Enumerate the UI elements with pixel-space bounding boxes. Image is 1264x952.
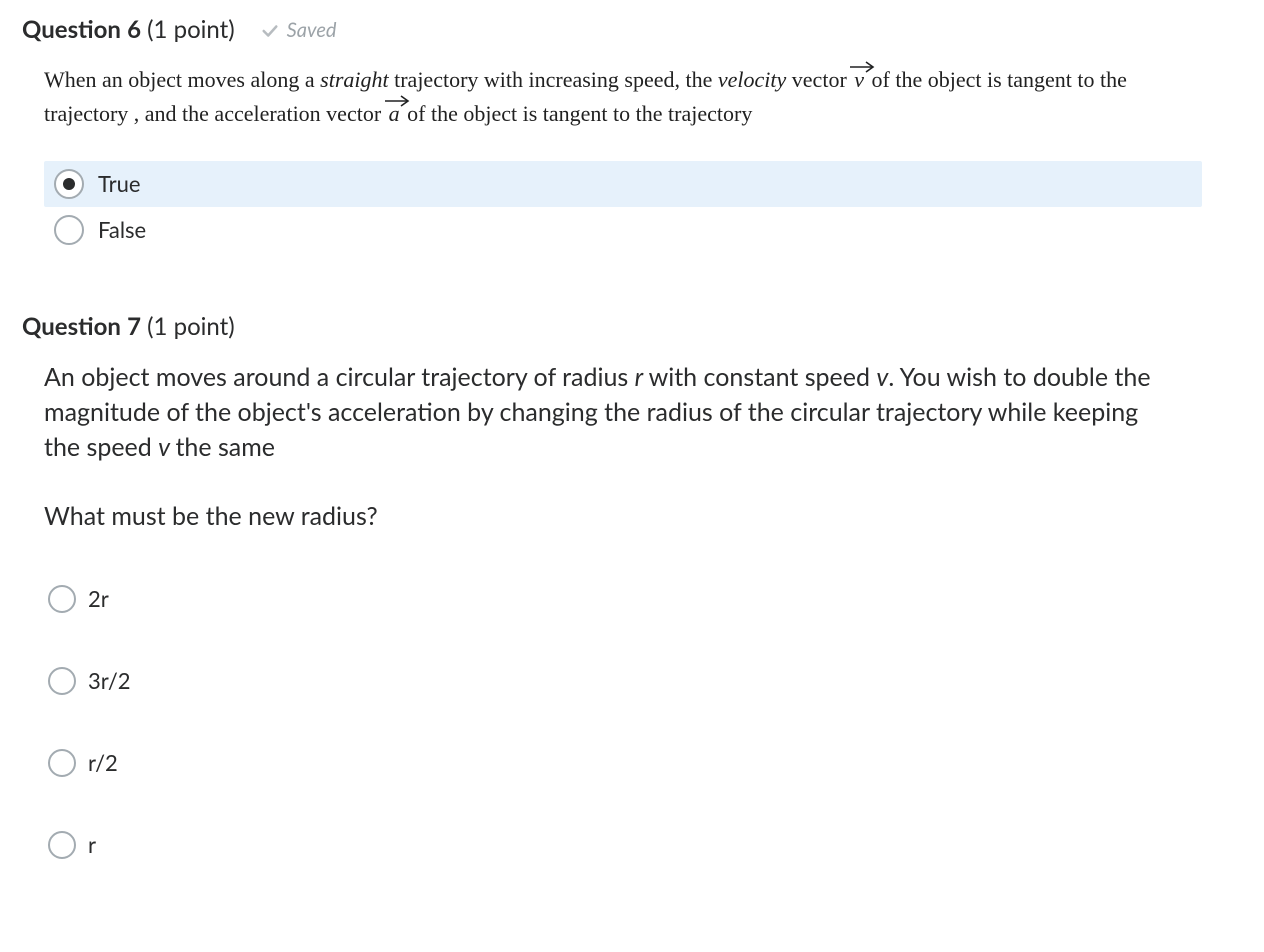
q6-text-5: of the object is tangent to the trajecto… <box>402 101 753 126</box>
vector-a: a <box>387 97 402 131</box>
q7-option-3[interactable]: r <box>44 825 1242 865</box>
q6-text-2: trajectory with increasing speed, the <box>389 67 718 92</box>
q7-option-1[interactable]: 3r/2 <box>44 661 1242 701</box>
q7-qword: Question <box>22 312 121 341</box>
q6-velocity: velocity <box>718 67 786 92</box>
q6-option-false-label: False <box>98 216 146 243</box>
vector-arrow-icon <box>848 49 870 63</box>
q6-points: (1 point) <box>147 15 235 44</box>
q6-options: True False <box>44 161 1202 253</box>
radio-icon <box>48 831 76 859</box>
q6-header: Question 6 (1 point) Saved <box>22 16 1242 45</box>
q7-option-0-label: 2r <box>88 585 109 612</box>
saved-label: Saved <box>287 18 337 42</box>
q7-option-0[interactable]: 2r <box>44 579 1242 619</box>
check-icon <box>261 21 279 39</box>
q6-body: When an object moves along a straight tr… <box>44 63 1184 131</box>
q7-t4: the same <box>175 432 275 462</box>
q7-points: (1 point) <box>147 312 235 341</box>
q7-option-2[interactable]: r/2 <box>44 743 1242 783</box>
page: Question 6 (1 point) Saved When an objec… <box>0 0 1264 881</box>
q7-body: An object moves around a circular trajec… <box>44 360 1164 465</box>
q7-option-3-label: r <box>88 831 96 858</box>
q7-t2: with constant speed <box>649 362 877 392</box>
q7-r1: r <box>635 362 649 392</box>
q7-header: Question 7 (1 point) <box>22 313 1242 342</box>
q7-options: 2r 3r/2 r/2 r <box>44 579 1242 865</box>
q7-t1: An object moves around a circular trajec… <box>44 362 635 392</box>
q7-subquestion: What must be the new radius? <box>44 501 1242 531</box>
q7-option-2-label: r/2 <box>88 749 118 776</box>
q6-text-1: When an object moves along a <box>44 67 320 92</box>
vector-v: v <box>852 63 866 97</box>
q7-option-1-label: 3r/2 <box>88 667 131 694</box>
q6-option-true-label: True <box>98 170 140 197</box>
q7-v1: v <box>876 362 888 392</box>
radio-icon <box>48 749 76 777</box>
q6-text-3: vector <box>786 67 852 92</box>
q6-option-false[interactable]: False <box>44 207 1202 253</box>
radio-icon <box>48 667 76 695</box>
vector-arrow-icon <box>383 83 406 97</box>
radio-icon <box>48 585 76 613</box>
q6-number: 6 <box>127 15 141 44</box>
q6-straight: straight <box>320 67 388 92</box>
q7: Question 7 (1 point) An object moves aro… <box>22 313 1242 865</box>
saved-badge: Saved <box>261 18 337 42</box>
radio-icon <box>54 215 84 245</box>
q6-option-true[interactable]: True <box>44 161 1202 207</box>
radio-icon <box>54 169 84 199</box>
q7-v2: v <box>158 432 175 462</box>
q7-title: Question 7 (1 point) <box>22 313 235 342</box>
q7-number: 7 <box>127 312 141 341</box>
q6-qword: Question <box>22 15 121 44</box>
q6-title: Question 6 (1 point) <box>22 16 235 45</box>
